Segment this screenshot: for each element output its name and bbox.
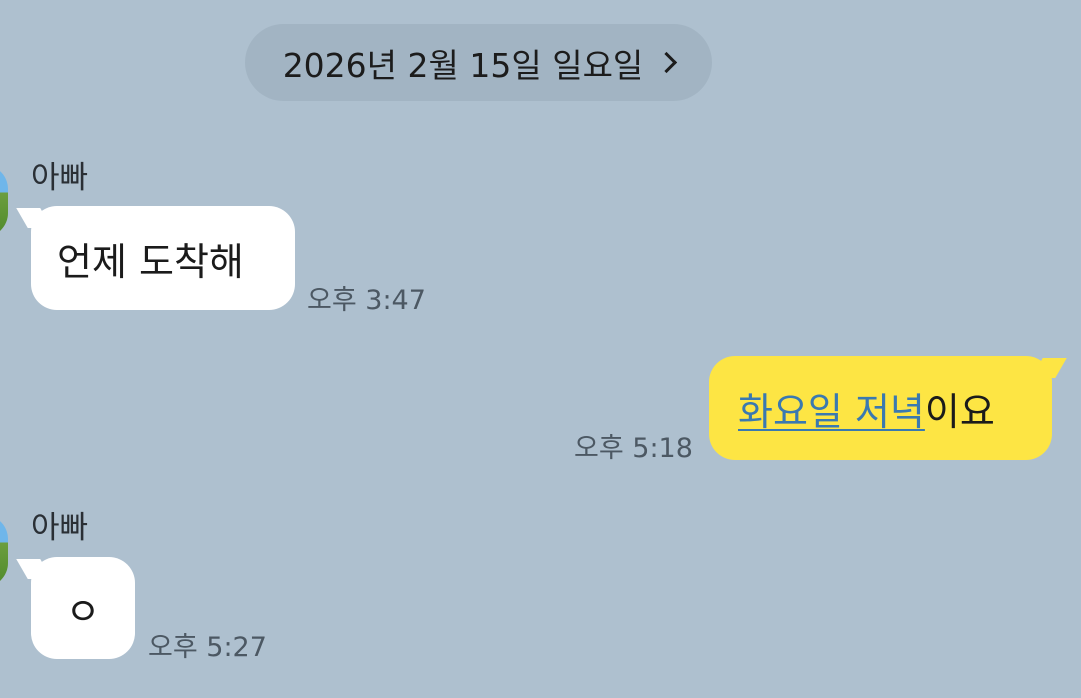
avatar[interactable]: [0, 515, 8, 587]
message-bubble[interactable]: 화요일 저녁 이요: [709, 356, 1052, 460]
sender-name: 아빠: [31, 160, 89, 196]
chevron-right-icon: [656, 51, 678, 74]
message-link[interactable]: 화요일 저녁: [738, 381, 925, 436]
avatar[interactable]: [0, 165, 8, 237]
message-time: 오후 5:27: [148, 632, 267, 663]
date-separator[interactable]: 2026년 2월 15일 일요일: [245, 24, 712, 101]
message-text: 언제 도착해: [57, 239, 244, 284]
message-text: 이요: [924, 389, 995, 434]
message-time: 오후 5:18: [574, 433, 693, 464]
message-bubble[interactable]: 언제 도착해: [31, 206, 295, 310]
message-text: ㅇ: [65, 589, 101, 634]
message-time: 오후 3:47: [307, 285, 426, 316]
sender-name: 아빠: [31, 510, 89, 546]
date-label: 2026년 2월 15일 일요일: [282, 45, 644, 85]
message-bubble[interactable]: ㅇ: [31, 557, 135, 659]
